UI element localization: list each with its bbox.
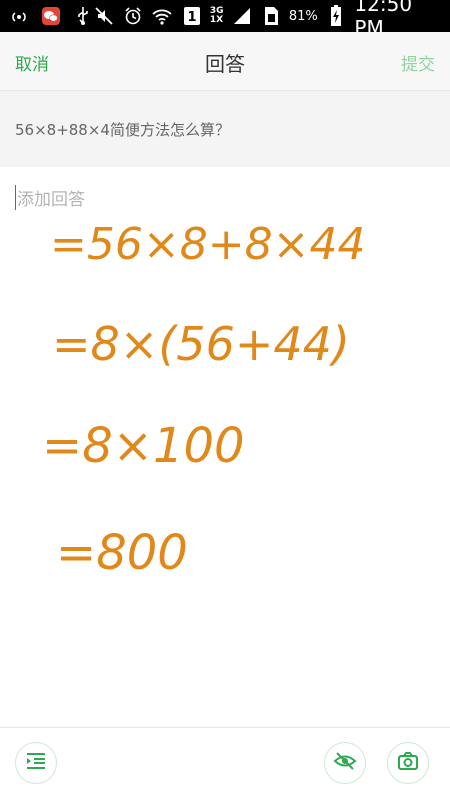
format-list-button[interactable] [15,742,57,784]
submit-button[interactable]: 提交 [401,50,435,75]
network-type: 3G 1X [210,7,224,25]
wifi-icon [151,5,173,27]
signal-icon [232,5,253,27]
battery-charging-icon [326,5,347,27]
question-text: 56×8+88×4简便方法怎么算？ [15,121,230,139]
wechat-icon [40,5,62,27]
battery-percent: 81% [288,8,318,24]
camera-button[interactable] [387,742,429,784]
bottom-toolbar [0,727,450,801]
page-title: 回答 [205,52,245,76]
header-bar: 取消 回答 提交 [0,32,450,91]
handwriting-line-4: =800 [56,525,188,581]
visibility-toggle-button[interactable] [324,742,366,784]
eye-icon [333,751,357,775]
handwriting-line-1: =56×8+8×44 [50,219,365,270]
question-panel: 56×8+88×4简便方法怎么算？ [0,91,450,168]
answer-area[interactable]: 添加回答 =56×8+8×44 =8×(56+44) =8×100 =800 [0,167,450,727]
sim-badge-icon: 1 [181,5,202,27]
hotspot-icon [8,5,30,27]
handwriting-line-3: =8×100 [42,418,245,474]
svg-text:1: 1 [187,10,196,25]
network-type-bottom: 1X [209,15,224,25]
status-bar: 1 3G 1X 81% 12:50 PM [0,0,450,40]
usb-icon [72,5,94,27]
handwriting-line-2: =8×(56+44) [52,317,350,371]
camera-icon [397,751,419,775]
sim-card-icon [260,5,281,27]
cancel-button[interactable]: 取消 [15,50,49,75]
mute-icon [94,5,115,27]
handwriting-canvas: =56×8+8×44 =8×(56+44) =8×100 =800 [42,219,365,581]
alarm-icon [123,5,144,27]
format-list-icon [25,751,47,775]
